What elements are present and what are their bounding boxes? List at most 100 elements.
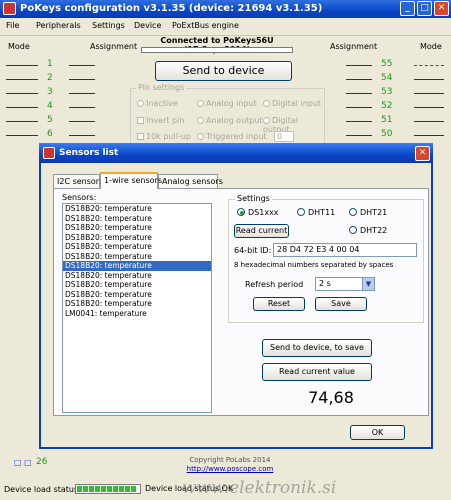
pin-row-left[interactable]: 2 [6,73,95,84]
pin-row-left[interactable]: 6 [6,129,95,140]
menu-settings[interactable]: Settings [92,21,125,30]
pin-number: 5 [47,115,53,125]
minimize-button[interactable]: _ [400,1,415,16]
assignment-right-header: Assignment [330,42,378,51]
pin-number: 4 [47,101,53,111]
pin-row-right[interactable]: 52 [346,101,446,112]
pin-number: 3 [47,87,53,97]
reset-button[interactable]: Reset [253,297,305,311]
menu-peripherals[interactable]: Peripherals [36,21,81,30]
settings-group: Settings DS1xxx DHT11 DHT21 DHT22 Read c… [228,194,424,323]
menu-file[interactable]: File [6,21,19,30]
pin-settings-group: Pin settings Inactive Analog input Digit… [130,83,325,146]
dialog-titlebar[interactable]: Sensors list ✕ [39,143,433,163]
list-item[interactable]: DS18B20: temperature [63,280,211,290]
sensors-label: Sensors: [62,193,97,202]
window-titlebar[interactable]: PoKeys configuration v3.1.35 (device: 21… [0,0,451,18]
pin-row-right[interactable]: 54 [346,73,446,84]
window-title: PoKeys configuration v3.1.35 (device: 21… [20,3,323,14]
list-item[interactable]: LM0041: temperature [63,309,211,319]
connection-progress [141,47,293,53]
dialog-close-button[interactable]: ✕ [415,146,430,161]
tab-1wire-sensors[interactable]: 1-wire sensors [100,172,162,189]
mode-left-header: Mode [8,42,30,51]
id-hint: 8 hexadecimal numbers separated by space… [234,261,394,269]
device-load-label: Device load status: [4,485,81,494]
list-item[interactable]: DS18B20: temperature [63,233,211,243]
pin-row-left[interactable]: 3 [6,87,95,98]
sensor-value: 74,68 [308,388,354,407]
website-link[interactable]: http://www.poscope.com [178,465,282,473]
sensor-list[interactable]: DS18B20: temperature DS18B20: temperatur… [62,203,212,413]
radio-dot [349,208,357,216]
device-load-progress [75,484,141,494]
send-to-device-button[interactable]: Send to device [155,61,292,81]
radio-dot [349,226,357,234]
ok-button[interactable]: OK [350,425,405,440]
menu-poextbus[interactable]: PoExtBus engine [172,21,239,30]
send-to-device-save-button[interactable]: Send to device, to save [262,339,372,357]
copyright-text: Copyright PoLabs 2014 [189,456,271,464]
analog-output-radio[interactable]: Analog output [197,116,263,125]
pin-row-right[interactable]: 53 [346,87,446,98]
digital-input-radio[interactable]: Digital input [263,99,321,108]
ds1xxx-radio[interactable]: DS1xxx [237,208,279,217]
settings-caption: Settings [235,194,272,203]
list-item[interactable]: DS18B20: temperature [63,252,211,262]
pin-number: 1 [47,59,53,69]
list-item-selected[interactable]: DS18B20: temperature [63,261,211,271]
maximize-button[interactable]: □ [417,1,432,16]
list-item[interactable]: DS18B20: temperature [63,271,211,281]
assignment-left-header: Assignment [90,42,138,51]
mode-right-header: Mode [420,42,442,51]
tab-analog-sensors[interactable]: Analog sensors [158,174,223,188]
save-button[interactable]: Save [315,297,367,311]
pin-row-left[interactable]: 5 [6,115,95,126]
pin-row-right[interactable]: 55 [346,59,446,70]
sensors-list-dialog: Sensors list ✕ I2C sensors 1-wire sensor… [39,143,433,449]
pin-number: 50 [381,129,393,139]
triggered-input-radio[interactable]: Triggered input [197,132,267,141]
inactive-radio[interactable]: Inactive [137,99,178,108]
list-item[interactable]: DS18B20: temperature [63,223,211,233]
dht22-radio[interactable]: DHT22 [349,226,387,235]
list-item[interactable]: DS18B20: temperature [63,242,211,252]
pullup-checkbox[interactable]: 10k pull-up [137,132,191,141]
pin-row-right[interactable]: 51 [346,115,446,126]
refresh-period-label: Refresh period [245,280,304,289]
pin-row-left[interactable]: 4 [6,101,95,112]
dialog-title: Sensors list [59,148,119,158]
tab-panel: Sensors: DS18B20: temperature DS18B20: t… [53,188,429,416]
pin-number: 54 [381,73,393,83]
pin-number: 55 [381,59,393,69]
id-label: 64-bit ID: [234,246,272,255]
pin-number: 2 [47,73,53,83]
radio-dot [237,208,245,216]
analog-input-radio[interactable]: Analog input [197,99,257,108]
read-current-value-button[interactable]: Read current value [262,363,372,381]
id-input[interactable]: 28 D4 72 E3 4 00 04 [273,243,417,257]
triggered-input-field[interactable]: 0 [274,131,294,142]
menu-bar: File Peripherals Settings Device PoExtBu… [0,18,451,36]
list-item[interactable]: DS18B20: temperature [63,290,211,300]
menu-device[interactable]: Device [134,21,161,30]
pin-number: 51 [381,115,393,125]
refresh-period-select[interactable]: 2 s ▼ [315,277,375,291]
device-load-fill [77,486,136,492]
list-item[interactable]: DS18B20: temperature [63,214,211,224]
pin-settings-caption: Pin settings [136,83,187,92]
close-button[interactable]: ✕ [434,1,449,16]
dht11-radio[interactable]: DHT11 [297,208,335,217]
list-item[interactable]: DS18B20: temperature [63,204,211,214]
radio-dot [297,208,305,216]
list-item[interactable]: DS18B20: temperature [63,299,211,309]
pin-number: 26 [36,457,48,467]
pin-number: 53 [381,87,393,97]
watermark-text: www.elektronik.si [182,478,337,498]
dht21-radio[interactable]: DHT21 [349,208,387,217]
invert-pin-checkbox[interactable]: Invert pin [137,116,184,125]
read-current-button[interactable]: Read current [234,224,289,238]
pin-row-right[interactable]: 50 [346,129,446,140]
tab-i2c-sensors[interactable]: I2C sensors [53,174,103,188]
pin-row-left[interactable]: 1 [6,59,95,70]
